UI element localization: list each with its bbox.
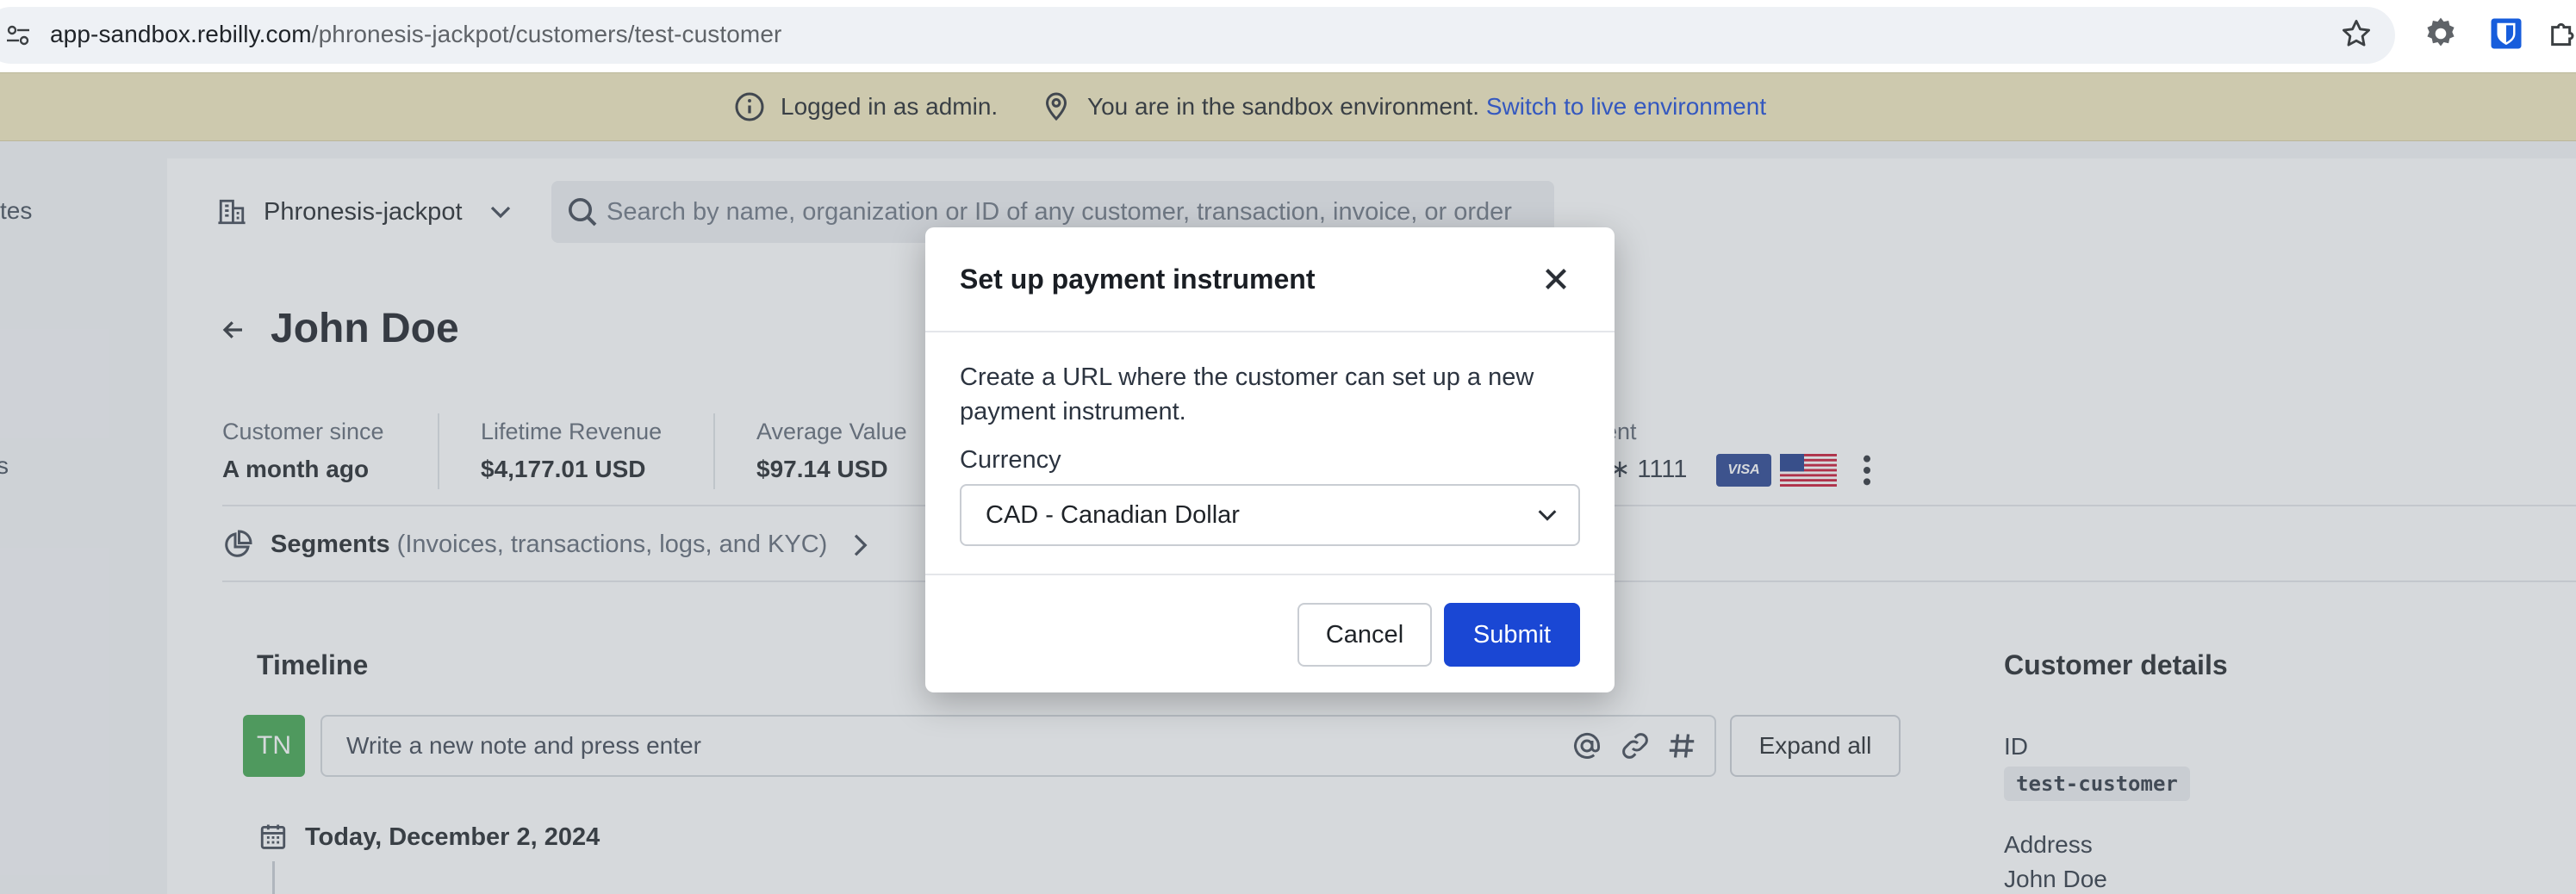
submit-button[interactable]: Submit: [1444, 603, 1580, 667]
puzzle-extension-icon[interactable]: [2547, 17, 2576, 52]
currency-label: Currency: [960, 446, 1061, 474]
url-host: app-sandbox.rebilly.com: [50, 21, 312, 47]
divider: [925, 331, 1615, 332]
chevron-down-icon[interactable]: [1535, 505, 1559, 525]
currency-selected-value[interactable]: CAD - Canadian Dollar: [986, 500, 1240, 531]
dialog-title: Set up payment instrument: [960, 264, 1316, 295]
star-icon[interactable]: [2340, 17, 2373, 50]
site-info-icon[interactable]: [5, 22, 31, 48]
url-text[interactable]: app-sandbox.rebilly.com/phronesis-jackpo…: [50, 19, 781, 50]
url-path: /phronesis-jackpot/customers/test-custom…: [311, 21, 782, 47]
divider: [925, 574, 1615, 575]
close-icon[interactable]: [1540, 264, 1571, 295]
bitwarden-extension-icon[interactable]: [2488, 16, 2524, 52]
gear-extension-icon[interactable]: [2423, 16, 2459, 52]
cancel-button[interactable]: Cancel: [1297, 603, 1432, 667]
dialog-description: Create a URL where the customer can set …: [960, 363, 1534, 425]
